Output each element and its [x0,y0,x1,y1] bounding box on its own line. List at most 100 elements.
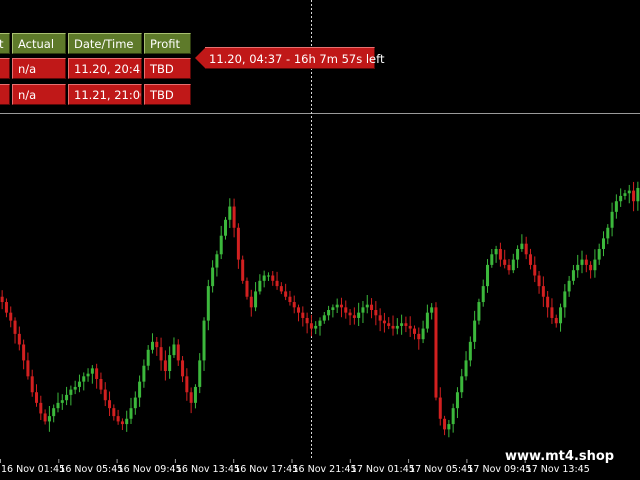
candle-bear [387,323,391,326]
candle-bull [125,418,129,425]
candle-bull [365,304,369,308]
candle-bear [339,304,343,308]
time-axis-label: 16 Nov 09:45 [118,464,182,475]
candle-bear [112,408,116,417]
table-cell-profit: TBD [144,58,191,79]
candle-bear [95,368,99,379]
candle-bull [318,320,322,326]
candle-bull [56,402,60,409]
candle-bull [47,416,51,422]
candle-bear [391,325,395,329]
candle-bull [601,238,605,249]
candle-bear [163,360,167,372]
candle-bull [52,408,56,417]
candle-bear [348,312,352,316]
candle-bear [584,259,588,265]
candle-bear [528,254,532,265]
candle-bear [498,248,502,260]
candle-bull [563,291,567,308]
candle-bear [438,397,442,419]
candle-bear [116,416,120,422]
candle-bear [249,296,253,308]
candle-bull [606,227,610,239]
candle-bear [443,418,447,430]
candle-bear [507,264,511,271]
time-axis-label: 17 Nov 13:45 [526,464,590,475]
candle-bull [198,360,202,387]
candle-bear [17,333,21,345]
candle-bear [22,344,26,361]
candle-bull [593,259,597,271]
candle-bull [60,400,64,403]
candle-bear [241,259,245,281]
candle-bear [275,280,279,287]
time-axis-label: 17 Nov 05:45 [409,464,473,475]
candle-bear [503,259,507,265]
candle-bear [103,389,107,401]
candle-bull [211,267,215,287]
candle-bear [589,264,593,271]
candle-bear [271,275,275,281]
candle-bull [82,376,86,382]
candle-bear [108,400,112,409]
candle-bear [284,291,288,297]
candle-bear [408,325,412,329]
candlestick-series [0,181,640,438]
time-axis-label: 16 Nov 21:45 [293,464,357,475]
candle-bull [520,243,524,249]
candle-bull [335,304,339,308]
candle-bear [181,360,185,377]
candle-bull [425,312,429,329]
candle-bull [490,254,494,265]
candle-bear [292,302,296,308]
table-cell-datetime: 11.20, 20:45 [68,58,142,79]
candle-bear [185,376,189,393]
table-cell-actual: n/a [12,84,66,105]
candle-bull [627,190,631,194]
candle-bull [451,408,455,425]
candle-bear [159,347,163,361]
candle-bull [580,259,584,265]
candle-bear [541,286,545,297]
candle-bull [258,280,262,292]
candle-bear [309,323,313,329]
candle-bull [168,355,172,372]
candle-bull [481,286,485,303]
candle-bull [361,307,365,313]
table-header-currency: t [0,33,10,54]
candle-bull [430,307,434,313]
candle-bear [382,320,386,324]
candle-bull [150,341,154,350]
candle-bear [0,296,4,303]
candle-bull [511,259,515,271]
candle-bear [305,317,309,324]
candle-bull [331,307,335,310]
table-cell-currency [0,84,10,105]
candle-bear [297,307,301,313]
candle-bull [73,386,77,390]
candle-bull [90,368,94,374]
time-axis-label: 16 Nov 17:45 [234,464,298,475]
candle-bear [404,323,408,326]
candle-bull [77,381,81,387]
candle-bull [473,320,477,342]
candle-bull [619,195,623,202]
candle-bull [215,254,219,268]
candle-bear [537,275,541,287]
candle-bull [477,302,481,321]
candle-bull [146,349,150,366]
candle-bull [559,307,563,324]
candle-bear [245,280,249,297]
candle-bull [623,193,627,196]
candle-bear [13,320,17,334]
candle-bull [395,325,399,329]
candle-bull [138,381,142,398]
candle-bull [571,270,575,281]
table-cell-datetime: 11.21, 21:00 [68,84,142,105]
candle-bear [236,227,240,260]
candle-bear [524,243,528,255]
candle-bull [460,376,464,393]
candle-bear [120,421,124,425]
candle-bear [533,264,537,276]
candle-bear [632,190,636,202]
